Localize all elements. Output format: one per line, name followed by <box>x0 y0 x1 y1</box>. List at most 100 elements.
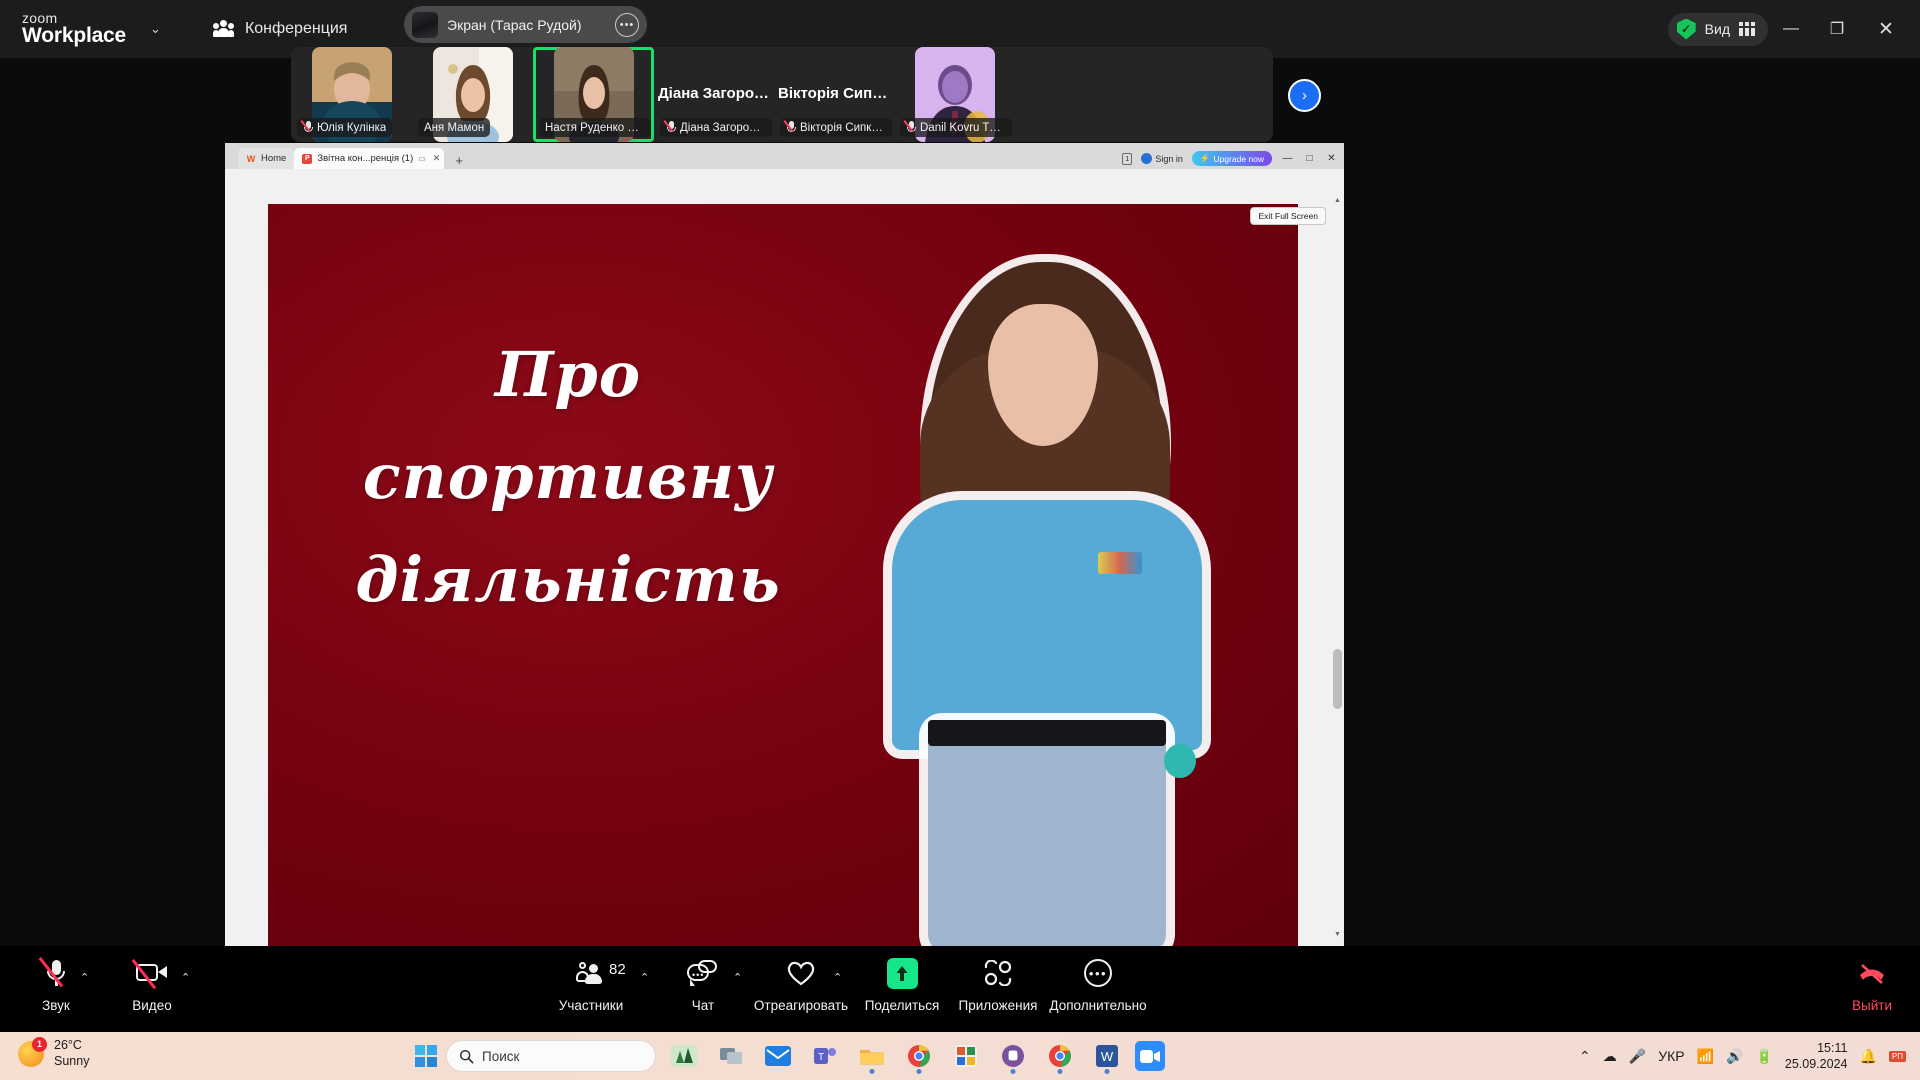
participants-button[interactable]: 82 Участники <box>543 955 639 1013</box>
participant-name-tag: Настя Руденко ДВП-23 <box>539 118 651 137</box>
upgrade-label: Upgrade now <box>1213 153 1264 164</box>
taskbar-icon-chrome-2[interactable] <box>1041 1036 1079 1076</box>
taskbar-icon-zoom[interactable] <box>1135 1041 1165 1071</box>
notification-bell-icon[interactable]: 🔔 <box>1859 1048 1876 1065</box>
leave-label: Выйти <box>1852 998 1892 1013</box>
pin-badge[interactable]: РП <box>1888 1050 1906 1062</box>
windows-start-icon[interactable] <box>415 1045 437 1067</box>
taskbar-icon-explorer[interactable] <box>853 1036 891 1076</box>
video-button[interactable]: Видео <box>104 955 200 1013</box>
participant-tile[interactable]: Діана Загородня СО-... Діана Загородня С… <box>654 47 774 142</box>
chat-button[interactable]: ••• Чат <box>655 955 751 1013</box>
sign-in-button[interactable]: Sign in <box>1141 153 1183 164</box>
browser-minimize-button[interactable]: — <box>1281 153 1294 164</box>
exit-fullscreen-button[interactable]: Exit Full Screen <box>1250 207 1326 225</box>
sun-icon: 1 <box>18 1036 47 1067</box>
zoom-meeting-toolbar: Звук ⌃ Видео ⌃ 82 Участники ⌃ ••• Чат ⌃ … <box>0 946 1920 1032</box>
chevron-down-icon[interactable]: ⌄ <box>150 21 161 37</box>
zoom-app-window: zoom Workplace ⌄ Конференция Экран (Тара… <box>0 0 1920 1080</box>
taskbar-icon-taskview[interactable] <box>712 1036 750 1076</box>
taskbar-icon-mail[interactable] <box>759 1036 797 1076</box>
mic-muted-icon <box>300 120 313 134</box>
language-indicator[interactable]: УКР <box>1658 1048 1684 1064</box>
clock[interactable]: 15:11 25.09.2024 <box>1785 1040 1848 1073</box>
microphone-icon[interactable]: 🎤 <box>1629 1048 1646 1065</box>
taskbar-icon-viber[interactable] <box>994 1036 1032 1076</box>
participant-name-tag: Вікторія Сипко Дв-23 <box>780 118 892 137</box>
participant-tile[interactable]: Аня Мамон <box>412 47 533 142</box>
chat-label: Чат <box>691 998 715 1013</box>
onedrive-icon[interactable]: ☁ <box>1603 1048 1617 1065</box>
browser-maximize-button[interactable]: □ <box>1303 153 1316 164</box>
participant-tile[interactable]: Вікторія Сипко Дв-23 Вікторія Сипко Дв-2… <box>774 47 894 142</box>
leave-meeting-button[interactable]: Выйти <box>1852 955 1892 1013</box>
participant-tile-active[interactable]: Настя Руденко ДВП-23 <box>533 47 654 142</box>
tray-chevron-up-icon[interactable]: ⌃ <box>1579 1048 1591 1065</box>
share-screen-button[interactable]: Поделиться <box>854 955 950 1013</box>
taskbar-icon-excel[interactable] <box>947 1036 985 1076</box>
restore-button[interactable]: ❐ <box>1814 0 1860 58</box>
view-button[interactable]: Вид <box>1667 12 1768 46</box>
notification-badge: 1 <box>32 1036 47 1052</box>
scrollbar-track[interactable] <box>1333 195 1342 946</box>
audio-button[interactable]: Звук <box>8 955 104 1013</box>
search-placeholder: Поиск <box>482 1048 520 1064</box>
react-label: Отреагировать <box>753 998 849 1013</box>
scrollbar-thumb[interactable] <box>1333 649 1342 709</box>
wifi-icon[interactable]: 📶 <box>1697 1048 1714 1065</box>
participant-placeholder-name: Вікторія Сипко Дв-23 <box>778 85 890 102</box>
clock-date: 25.09.2024 <box>1784 1057 1848 1071</box>
apps-button[interactable]: Приложения <box>950 955 1046 1013</box>
chat-chevron-icon[interactable]: ⌃ <box>733 971 742 984</box>
cast-icon[interactable]: ▭ <box>418 154 426 163</box>
meeting-tab[interactable]: Конференция <box>203 14 358 44</box>
taskbar-icon-word[interactable]: W <box>1088 1036 1126 1076</box>
presentation-slide: Про спортивну діяльність <box>268 204 1298 946</box>
screen-share-thumbnail <box>412 11 438 38</box>
react-button[interactable]: Отреагировать <box>753 955 849 1013</box>
close-icon[interactable]: ✕ <box>433 153 441 164</box>
audio-options-chevron-icon[interactable]: ⌃ <box>80 971 89 984</box>
mic-muted-icon <box>663 120 676 134</box>
volume-icon[interactable]: 🔊 <box>1726 1048 1743 1065</box>
taskbar-search[interactable]: Поиск <box>446 1040 656 1072</box>
tab-count-badge[interactable]: 1 <box>1122 152 1133 165</box>
browser-tab-title: Home <box>261 153 287 164</box>
weather-widget[interactable]: 1 26°C Sunny <box>18 1036 89 1069</box>
participant-name-tag: Danil Kovru TOA-21 <box>900 118 1012 137</box>
svg-text:T: T <box>818 1052 824 1063</box>
bolt-icon: ⚡ <box>1199 153 1211 163</box>
participants-chevron-icon[interactable]: ⌃ <box>640 971 649 984</box>
screen-share-more-icon[interactable]: ••• <box>615 12 639 37</box>
participant-tile[interactable]: Юлія Кулінка <box>291 47 412 142</box>
close-button[interactable]: ✕ <box>1860 0 1912 58</box>
slide-title-line2: спортивну <box>362 440 774 514</box>
participant-tile[interactable]: Danil Kovru TOA-21 <box>894 47 1015 142</box>
apps-label: Приложения <box>958 998 1038 1013</box>
audio-label: Звук <box>42 998 70 1013</box>
filmstrip-next-button[interactable]: › <box>1288 79 1321 112</box>
more-icon: ••• <box>1084 955 1112 991</box>
avatar <box>1141 153 1153 164</box>
scroll-up-icon[interactable]: ▲ <box>1333 197 1342 204</box>
shared-browser-window: W Home P Звітна кон...ренція (1) ▭ ✕ + 1… <box>225 143 1344 946</box>
browser-close-button[interactable]: ✕ <box>1325 153 1338 164</box>
browser-tab-home[interactable]: W Home <box>238 148 295 169</box>
taskbar-icon-forest[interactable] <box>665 1036 703 1076</box>
taskbar-icon-teams[interactable]: T <box>806 1036 844 1076</box>
react-chevron-icon[interactable]: ⌃ <box>833 971 842 984</box>
taskbar-icon-chrome[interactable] <box>900 1036 938 1076</box>
participant-name: Діана Загородня СО-... <box>680 121 766 134</box>
minimize-button[interactable]: — <box>1768 0 1814 58</box>
browser-tab-presentation[interactable]: P Звітна кон...ренція (1) ▭ ✕ <box>294 148 445 169</box>
more-button[interactable]: ••• Дополнительно <box>1049 955 1147 1013</box>
presentation-file-icon: P <box>302 153 313 164</box>
upgrade-now-button[interactable]: ⚡ Upgrade now <box>1191 151 1272 166</box>
video-label: Видео <box>132 998 172 1013</box>
screen-share-pill[interactable]: Экран (Тарас Рудой) ••• <box>404 6 647 43</box>
video-options-chevron-icon[interactable]: ⌃ <box>181 971 190 984</box>
mic-muted-icon <box>38 955 69 991</box>
scroll-down-icon[interactable]: ▼ <box>1333 931 1342 938</box>
battery-icon[interactable]: 🔋 <box>1755 1048 1772 1065</box>
new-tab-button[interactable]: + <box>455 153 463 169</box>
